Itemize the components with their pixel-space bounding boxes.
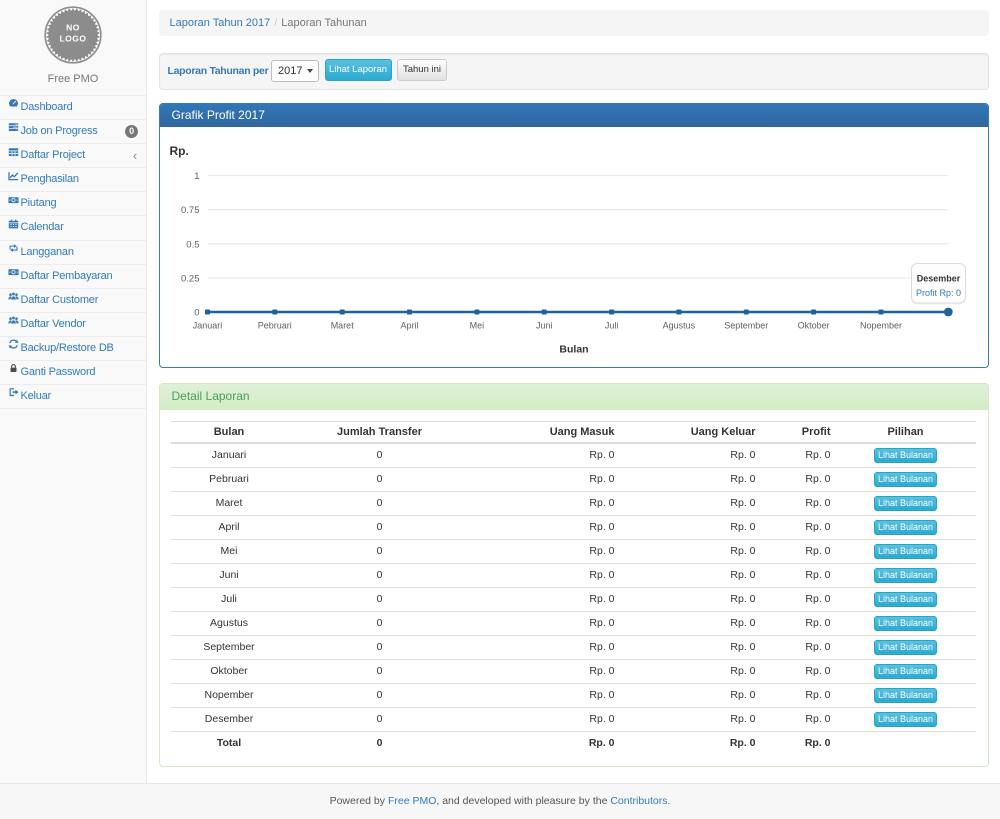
- svg-text:Rp.: Rp.: [169, 144, 188, 158]
- svg-text:0.25: 0.25: [181, 273, 200, 284]
- svg-text:April: April: [400, 320, 418, 330]
- svg-text:NO: NO: [66, 23, 80, 33]
- svg-text:Pebruari: Pebruari: [257, 320, 291, 330]
- svg-text:1: 1: [194, 171, 199, 182]
- svg-text:Oktober: Oktober: [797, 320, 829, 330]
- svg-text:Bulan: Bulan: [559, 343, 588, 355]
- svg-text:Juli: Juli: [604, 320, 618, 330]
- svg-text:Mei: Mei: [469, 320, 484, 330]
- svg-text:Januari: Januari: [192, 320, 222, 330]
- svg-text:0.75: 0.75: [181, 205, 200, 216]
- svg-text:0.5: 0.5: [186, 239, 199, 250]
- svg-text:September: September: [724, 320, 768, 330]
- svg-text:LOGO: LOGO: [59, 33, 86, 43]
- svg-text:Maret: Maret: [330, 320, 354, 330]
- svg-text:Agustus: Agustus: [662, 320, 695, 330]
- svg-text:Profit Rp: 0: Profit Rp: 0: [915, 288, 960, 298]
- svg-text:Desember: Desember: [916, 274, 960, 284]
- svg-text:0: 0: [194, 308, 199, 319]
- svg-text:Juni: Juni: [535, 320, 552, 330]
- svg-text:Nopember: Nopember: [859, 320, 901, 330]
